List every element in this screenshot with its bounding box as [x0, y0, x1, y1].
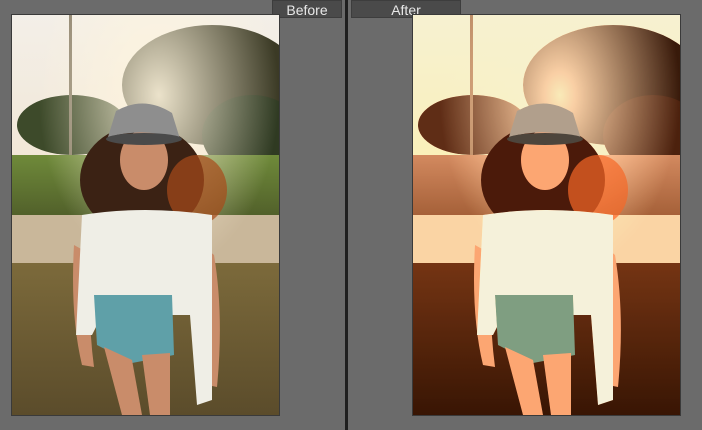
- before-photo[interactable]: [12, 15, 279, 415]
- after-photo[interactable]: [413, 15, 680, 415]
- before-label: Before: [272, 0, 342, 18]
- before-pane: Before: [0, 0, 345, 430]
- portrait-image: [12, 15, 279, 415]
- portrait-image-edited: [413, 15, 680, 415]
